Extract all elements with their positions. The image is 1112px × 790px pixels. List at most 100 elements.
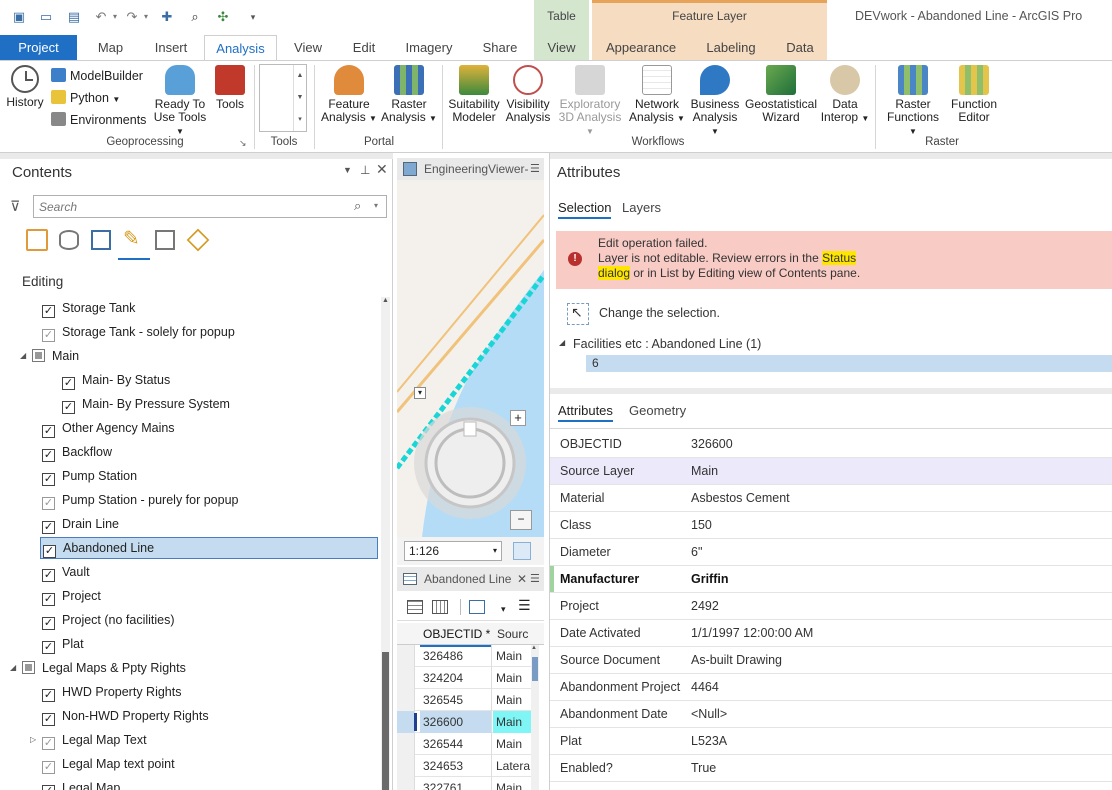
attribute-row[interactable]: Manufacturer Griffin — [550, 566, 1112, 593]
change-selection-icon[interactable]: ↖ — [567, 303, 589, 325]
scale-input[interactable]: 1:126 ▾ — [404, 541, 502, 561]
attribute-row[interactable]: Material Asbestos Cement — [550, 485, 1112, 512]
attribute-row[interactable]: Abandonment Project 4464 — [550, 674, 1112, 701]
cell-source[interactable]: Main — [493, 689, 531, 711]
list-by-selection-icon[interactable] — [91, 230, 111, 250]
close-pane-icon[interactable]: ✕ — [376, 161, 388, 178]
cell-objectid[interactable]: 326544 — [420, 733, 492, 755]
table-row[interactable]: 326545 Main — [397, 689, 532, 711]
layer-visibility-checkbox[interactable]: ✓ — [42, 689, 55, 702]
field-value[interactable]: 2492 — [691, 593, 719, 619]
attribute-row[interactable]: Source Layer Main — [550, 458, 1112, 485]
attribute-row[interactable]: Date Activated 1/1/1997 12:00:00 AM — [550, 620, 1112, 647]
dialog-launcher-icon[interactable]: ↘ — [239, 138, 247, 149]
history-button[interactable]: History — [4, 65, 46, 109]
toolbar-dropdown-icon[interactable]: ▾ — [501, 604, 506, 615]
table-scroll-thumb[interactable] — [532, 657, 538, 681]
layer-visibility-checkbox[interactable]: ✓ — [42, 569, 55, 582]
redo-dropdown-icon[interactable]: ▾ — [138, 9, 154, 25]
cell-source[interactable]: Latera — [493, 755, 531, 777]
layer-row[interactable]: ✓ Vault — [0, 561, 378, 583]
row-header[interactable] — [397, 711, 417, 733]
tab-selection[interactable]: Selection — [558, 200, 612, 219]
error-highlight-status[interactable]: Status — [822, 251, 857, 265]
pane-options-icon[interactable]: ▼ — [343, 165, 352, 175]
map-dropdown-icon[interactable]: ▾ — [414, 387, 426, 399]
cell-source[interactable]: Main — [493, 711, 531, 733]
field-value[interactable]: 4464 — [691, 674, 719, 700]
search-dropdown-icon[interactable]: ▾ — [374, 201, 378, 210]
table-scrollbar[interactable]: ▲ — [531, 645, 539, 790]
map-tool-icon[interactable] — [513, 542, 531, 560]
layer-visibility-checkbox[interactable] — [32, 349, 45, 362]
table-row[interactable]: 324204 Main — [397, 667, 532, 689]
select-by-attributes-icon[interactable] — [469, 600, 485, 614]
layer-visibility-checkbox[interactable]: ✓ — [42, 449, 55, 462]
field-value[interactable]: 6" — [691, 539, 702, 565]
raster-functions-button[interactable]: Raster Functions ▼ — [882, 65, 944, 138]
layer-visibility-checkbox[interactable]: ✓ — [42, 713, 55, 726]
business-analysis-button[interactable]: Business Analysis ▼ — [688, 65, 742, 138]
add-field-icon[interactable] — [407, 600, 423, 614]
calculate-icon[interactable] — [432, 600, 448, 614]
layer-visibility-checkbox[interactable]: ✓ — [42, 521, 55, 534]
layer-row[interactable]: ✓ Project (no facilities) — [0, 609, 378, 631]
list-by-editing-icon[interactable]: ✎ — [123, 226, 140, 251]
cell-objectid[interactable]: 324653 — [420, 755, 492, 777]
layer-row[interactable]: ▷ ✓ Legal Map Text — [0, 729, 378, 751]
layer-visibility-checkbox[interactable]: ✓ — [43, 545, 56, 558]
layer-visibility-checkbox[interactable]: ✓ — [42, 641, 55, 654]
modelbuilder-button[interactable]: ModelBuilder — [51, 68, 143, 83]
layer-visibility-checkbox[interactable]: ✓ — [42, 473, 55, 486]
layer-row[interactable]: ✓ Storage Tank - solely for popup — [0, 321, 378, 343]
layer-visibility-checkbox[interactable]: ✓ — [42, 593, 55, 606]
field-value[interactable]: 326600 — [691, 431, 733, 457]
tab-insert[interactable]: Insert — [143, 35, 199, 60]
close-table-icon[interactable]: ✕ — [517, 567, 527, 591]
table-menu-icon[interactable]: ☰ — [530, 567, 540, 591]
layer-visibility-checkbox[interactable]: ✓ — [42, 761, 55, 774]
layer-row[interactable]: ✓ HWD Property Rights — [0, 681, 378, 703]
field-value[interactable]: L523A — [691, 728, 727, 754]
error-highlight-dialog[interactable]: dialog — [598, 266, 631, 280]
row-header[interactable] — [397, 777, 415, 790]
layer-visibility-checkbox[interactable]: ✓ — [42, 425, 55, 438]
map-tab-menu-icon[interactable]: ☰ — [530, 158, 540, 180]
tab-geometry[interactable]: Geometry — [629, 403, 686, 418]
collapse-icon[interactable]: ◢ — [10, 657, 16, 679]
cell-source[interactable]: Main — [493, 733, 531, 755]
attribute-row[interactable]: Abandonment Date <Null> — [550, 701, 1112, 728]
table-options-icon[interactable]: ☰ — [518, 597, 531, 614]
layer-visibility-checkbox[interactable]: ✓ — [62, 377, 75, 390]
field-value[interactable]: <Null> — [691, 701, 727, 727]
attribute-row[interactable]: Source Document As-built Drawing — [550, 647, 1112, 674]
tree-scrollbar[interactable]: ▲ — [381, 297, 390, 790]
geostatistical-wizard-button[interactable]: Geostatistical Wizard — [744, 65, 818, 124]
col-objectid[interactable]: OBJECTID * — [420, 623, 492, 647]
layer-row[interactable]: ✓ Legal Map text point — [0, 753, 378, 775]
row-header[interactable] — [397, 755, 415, 777]
layer-visibility-checkbox[interactable]: ✓ — [42, 785, 55, 790]
layer-visibility-checkbox[interactable]: ✓ — [42, 617, 55, 630]
row-header[interactable] — [397, 645, 415, 667]
layer-row[interactable]: ✓ Plat — [0, 633, 378, 655]
layer-row[interactable]: ✓ Backflow — [0, 441, 378, 463]
layer-row[interactable]: ◢ Main — [0, 345, 378, 367]
layer-row[interactable]: ✓ Storage Tank — [0, 297, 378, 319]
zoom-out-button[interactable]: − — [510, 510, 532, 530]
layer-row[interactable]: ✓ Abandoned Line — [40, 537, 378, 559]
layer-row[interactable]: ✓ Other Agency Mains — [0, 417, 378, 439]
layer-row[interactable]: ✓ Drain Line — [0, 513, 378, 535]
layer-visibility-checkbox[interactable]: ✓ — [42, 497, 55, 510]
cell-objectid[interactable]: 326486 — [420, 645, 492, 667]
tab-edit[interactable]: Edit — [340, 35, 388, 60]
change-selection-text[interactable]: Change the selection. — [599, 306, 720, 320]
raster-analysis-button[interactable]: Raster Analysis ▼ — [380, 65, 438, 125]
layer-row[interactable]: ✓ Legal Map — [0, 777, 378, 790]
tab-view[interactable]: View — [283, 35, 333, 60]
layer-row[interactable]: ✓ Pump Station — [0, 465, 378, 487]
field-value[interactable]: As-built Drawing — [691, 647, 782, 673]
exploratory-3d-analysis-button[interactable]: Exploratory 3D Analysis ▼ — [554, 65, 626, 138]
network-analysis-button[interactable]: Network Analysis ▼ — [628, 65, 686, 125]
tab-imagery[interactable]: Imagery — [396, 35, 462, 60]
